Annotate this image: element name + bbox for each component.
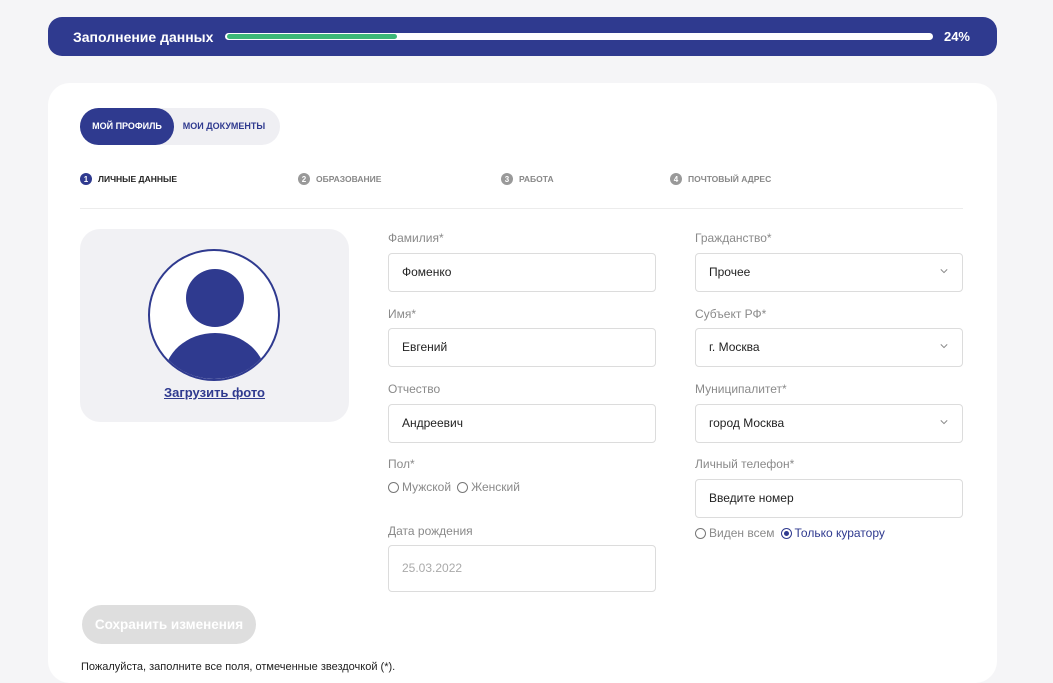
page: Заполнение данных 24% Мой профиль Мои до…	[0, 0, 1053, 683]
firstname-label: Имя*	[388, 307, 417, 321]
lastname-label: Фамилия*	[388, 231, 444, 245]
visibility-option-curator[interactable]: Только куратору	[780, 526, 885, 540]
step-label: Личные данные	[98, 174, 177, 184]
birthdate-label: Дата рождения	[388, 524, 473, 538]
phone-label: Личный телефон*	[695, 457, 795, 471]
step-postal-address[interactable]: 4 Почтовый адрес	[670, 173, 771, 185]
patronymic-field[interactable]: Андреевич	[388, 404, 656, 443]
patronymic-label: Отчество	[388, 382, 441, 396]
firstname-field[interactable]: Евгений	[388, 328, 656, 367]
profile-tabs: Мой профиль Мои документы	[80, 108, 280, 145]
step-label: Почтовый адрес	[688, 174, 772, 184]
step-number-icon: 1	[80, 173, 92, 185]
step-education[interactable]: 2 Образование	[298, 173, 381, 185]
step-label: Образование	[316, 174, 382, 184]
chevron-down-icon	[940, 420, 948, 425]
municipality-label: Муниципалитет*	[695, 382, 787, 396]
gender-option-male[interactable]: Мужской	[388, 480, 451, 494]
region-label: Субъект РФ*	[695, 307, 767, 321]
birthdate-field[interactable]: 25.03.2022	[388, 545, 656, 592]
visibility-option-all[interactable]: Виден всем	[695, 526, 775, 540]
upload-photo-link[interactable]: Загрузить фото	[80, 385, 349, 400]
citizenship-label: Гражданство*	[695, 231, 772, 245]
progress-fill	[227, 34, 397, 39]
chevron-down-icon	[940, 344, 948, 349]
region-select[interactable]: г. Москва	[695, 328, 963, 367]
step-personal-data[interactable]: 1 Личные данные	[80, 173, 177, 185]
step-number-icon: 3	[501, 173, 513, 185]
step-label: Работа	[519, 174, 554, 184]
tab-my-documents[interactable]: Мои документы	[174, 108, 274, 145]
gender-option-female[interactable]: Женский	[457, 480, 520, 494]
chevron-down-icon	[940, 269, 948, 274]
data-completion-progress: Заполнение данных 24%	[48, 17, 997, 56]
radio-icon	[457, 481, 469, 493]
radio-checked-icon	[780, 527, 792, 539]
municipality-select[interactable]: город Москва	[695, 404, 963, 443]
progress-percent: 24%	[943, 29, 970, 44]
radio-icon	[388, 481, 399, 493]
citizenship-select[interactable]: Прочее	[695, 253, 963, 292]
progress-title: Заполнение данных	[73, 29, 214, 45]
radio-icon	[695, 527, 706, 539]
user-avatar-icon	[148, 249, 280, 381]
step-work[interactable]: 3 Работа	[501, 173, 554, 185]
divider	[80, 208, 963, 209]
lastname-field[interactable]: Фоменко	[388, 253, 656, 292]
gender-radio-group: Мужской Женский	[388, 480, 526, 494]
step-number-icon: 2	[298, 173, 310, 185]
phone-visibility-radio-group: Виден всем Только куратору	[695, 526, 891, 540]
profile-card: Мой профиль Мои документы 1 Личные данны…	[48, 83, 997, 683]
step-number-icon: 4	[670, 173, 682, 185]
photo-upload-area: Загрузить фото	[80, 229, 349, 422]
tab-my-profile[interactable]: Мой профиль	[80, 108, 174, 145]
progress-track	[225, 33, 933, 40]
save-changes-button[interactable]: Сохранить изменения	[82, 605, 256, 644]
required-fields-note: Пожалуйста, заполните все поля, отмеченн…	[81, 661, 396, 673]
gender-label: Пол*	[388, 457, 415, 471]
phone-field[interactable]: Введите номер	[695, 479, 963, 518]
